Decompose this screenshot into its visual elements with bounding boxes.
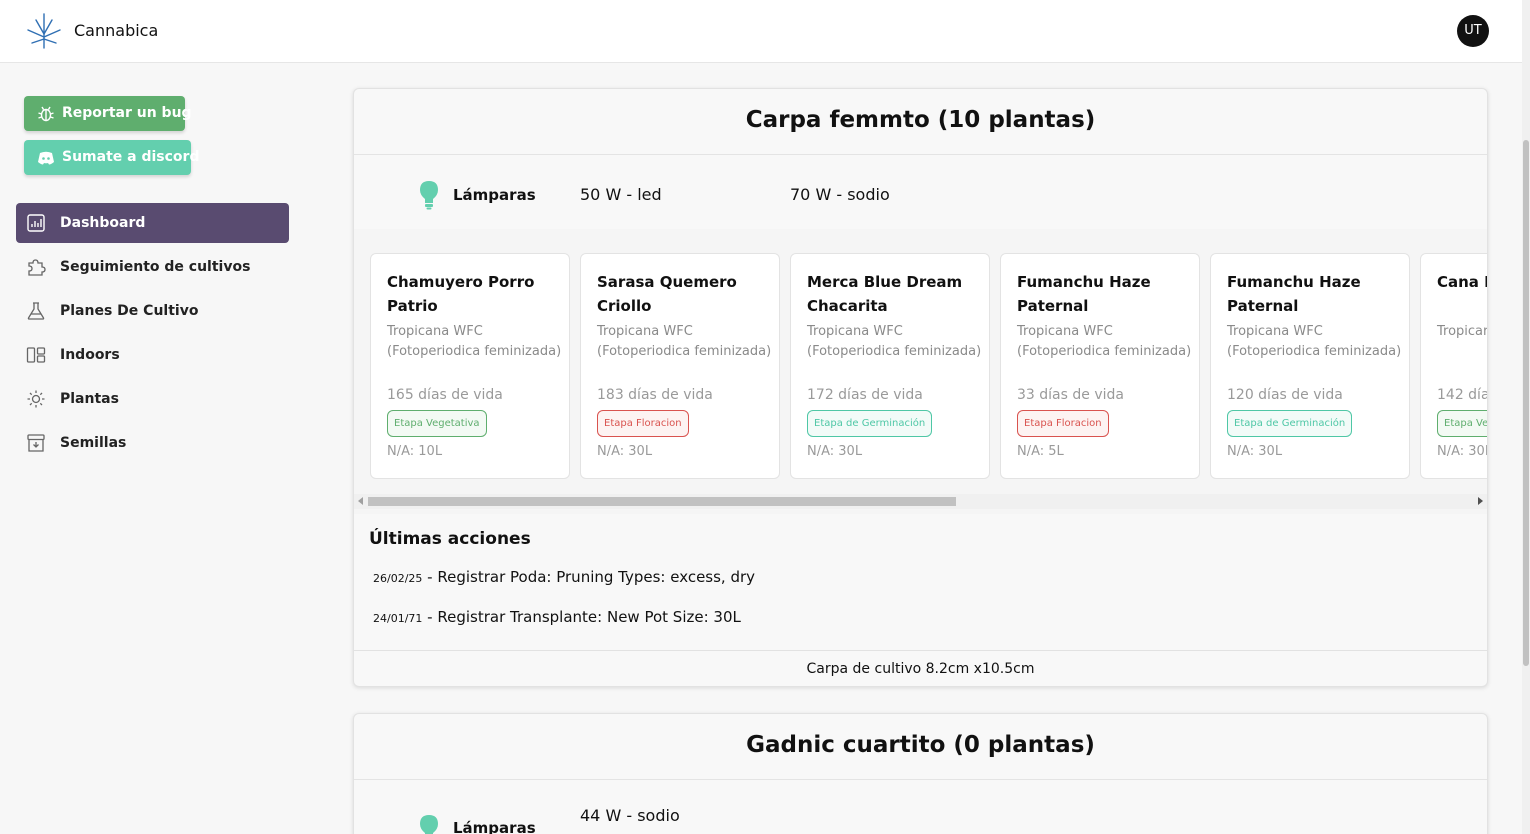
sidebar-item-label: Semillas	[60, 435, 127, 451]
sidebar-item-seguimiento[interactable]: Seguimiento de cultivos	[16, 247, 289, 287]
sidebar-item-label: Planes De Cultivo	[60, 303, 199, 319]
sidebar-item-indoors[interactable]: Indoors	[16, 335, 289, 375]
sidebar-item-plantas[interactable]: Plantas	[16, 379, 289, 419]
plant-seed: Tropicar (Fotope feminiz	[1437, 324, 1488, 339]
sidebar-item-semillas[interactable]: Semillas	[16, 423, 289, 463]
plant-age: 120 días de vida	[1227, 387, 1343, 403]
plant-age: 33 días de vida	[1017, 387, 1124, 403]
carousel-scrollbar-thumb[interactable]	[368, 497, 956, 506]
card-divider	[354, 154, 1487, 155]
plant-name: Cana H Subte	[1437, 273, 1487, 291]
plant-name: Chamuyero Porro Patrio	[387, 273, 535, 315]
report-bug-button[interactable]: Reportar un bug	[24, 96, 192, 131]
indoor-title[interactable]: Carpa femmto (10 plantas)	[354, 107, 1487, 133]
plant-card[interactable]: Sarasa Quemero Criollo Tropicana WFC (Fo…	[580, 253, 780, 479]
sidebar-item-label: Indoors	[60, 347, 120, 363]
sun-icon	[27, 390, 45, 408]
lamps-label: Lámparas	[453, 819, 536, 834]
plant-name: Sarasa Quemero Criollo	[597, 273, 737, 315]
flask-icon	[27, 302, 45, 320]
plant-seed: Tropicana WFC (Fotoperiodica feminizada)	[597, 324, 772, 359]
stage-badge: Etapa de Germinación	[1227, 410, 1353, 437]
lamp-value: 50 W - led	[580, 185, 662, 204]
action-date: 26/02/25	[373, 572, 423, 585]
top-bar: Cannabica UT	[0, 0, 1522, 63]
sidebar-item-dashboard[interactable]: Dashboard	[16, 203, 289, 243]
sidebar-item-planes[interactable]: Planes De Cultivo	[16, 291, 289, 331]
indoor-title[interactable]: Gadnic cuartito (0 plantas)	[354, 732, 1487, 758]
bug-icon	[38, 106, 54, 122]
plant-pot: N/A: 30L	[1437, 444, 1488, 459]
card-divider	[354, 779, 1487, 780]
action-text: - Registrar Poda: Pruning Types: excess,…	[422, 568, 756, 586]
lamps-label: Lámparas	[453, 186, 536, 204]
action-item: 26/02/25 - Registrar Poda: Pruning Types…	[373, 568, 755, 586]
app-name[interactable]: Cannabica	[74, 21, 158, 40]
plant-name: Fumanchu Haze Paternal	[1227, 273, 1361, 315]
stage-badge: Etapa Veg	[1437, 410, 1487, 437]
stage-badge: Etapa Vegetativa	[387, 410, 487, 437]
action-date: 24/01/71	[373, 612, 423, 625]
indoor-card: Gadnic cuartito (0 plantas) Lámparas 44 …	[353, 713, 1488, 834]
plant-pot: N/A: 30L	[807, 444, 863, 459]
layout-icon	[26, 347, 46, 363]
plant-seed: Tropicana WFC (Fotoperiodica feminizada)	[1017, 324, 1192, 359]
plant-pot: N/A: 30L	[1227, 444, 1283, 459]
plant-name: Merca Blue Dream Chacarita	[807, 273, 963, 315]
plant-age: 165 días de vida	[387, 387, 503, 403]
action-text: - Registrar Transplante: New Pot Size: 3…	[422, 608, 741, 626]
plant-age: 183 días de vida	[597, 387, 713, 403]
join-discord-label: Sumate a discord	[62, 149, 200, 165]
stage-badge: Etapa de Germinación	[807, 410, 933, 437]
indoor-card: Carpa femmto (10 plantas) Lámparas 50 W …	[353, 88, 1488, 687]
lightbulb-icon	[420, 181, 438, 210]
sidebar-item-label: Seguimiento de cultivos	[60, 259, 251, 275]
cannabis-logo-icon[interactable]	[24, 10, 64, 50]
join-discord-button[interactable]: Sumate a discord	[24, 140, 199, 175]
plant-card[interactable]: Cana H Subte Tropicar (Fotope feminiz 14…	[1420, 253, 1488, 479]
stage-badge: Etapa Floracion	[597, 410, 689, 437]
lamp-value: 44 W - sodio	[580, 806, 680, 825]
action-item: 24/01/71 - Registrar Transplante: New Po…	[373, 608, 741, 626]
plant-card[interactable]: Merca Blue Dream Chacarita Tropicana WFC…	[790, 253, 990, 479]
plant-seed: Tropicana WFC (Fotoperiodica feminizada)	[387, 324, 562, 359]
puzzle-icon	[28, 259, 46, 276]
plant-pot: N/A: 10L	[387, 444, 443, 459]
user-avatar[interactable]: UT	[1457, 15, 1489, 47]
plant-age: 142 días	[1437, 387, 1487, 403]
plant-pot: N/A: 5L	[1017, 444, 1064, 459]
lightbulb-icon	[420, 815, 438, 834]
plant-seed: Tropicana WFC (Fotoperiodica feminizada)	[807, 324, 982, 359]
plant-card[interactable]: Chamuyero Porro Patrio Tropicana WFC (Fo…	[370, 253, 570, 479]
recent-actions-title: Últimas acciones	[369, 529, 531, 549]
archive-icon	[27, 434, 45, 452]
discord-icon	[38, 151, 54, 165]
stage-badge: Etapa Floracion	[1017, 410, 1109, 437]
sidebar-item-label: Plantas	[60, 391, 119, 407]
scroll-left-arrow-icon[interactable]	[358, 497, 363, 505]
carousel-scrollbar[interactable]	[354, 494, 1487, 509]
plant-card[interactable]: Fumanchu Haze Paternal Tropicana WFC (Fo…	[1000, 253, 1200, 479]
plant-card[interactable]: Fumanchu Haze Paternal Tropicana WFC (Fo…	[1210, 253, 1410, 479]
indoor-dimensions: Carpa de cultivo 8.2cm x10.5cm	[354, 650, 1487, 686]
plant-seed: Tropicana WFC (Fotoperiodica feminizada)	[1227, 324, 1402, 359]
report-bug-label: Reportar un bug	[62, 105, 192, 121]
chart-icon	[27, 214, 45, 232]
scroll-right-arrow-icon[interactable]	[1478, 497, 1483, 505]
plant-name: Fumanchu Haze Paternal	[1017, 273, 1151, 315]
lamp-value: 70 W - sodio	[790, 185, 890, 204]
page-scrollbar-thumb[interactable]	[1523, 140, 1529, 666]
plant-pot: N/A: 30L	[597, 444, 653, 459]
sidebar-item-label: Dashboard	[60, 215, 146, 231]
plant-age: 172 días de vida	[807, 387, 923, 403]
